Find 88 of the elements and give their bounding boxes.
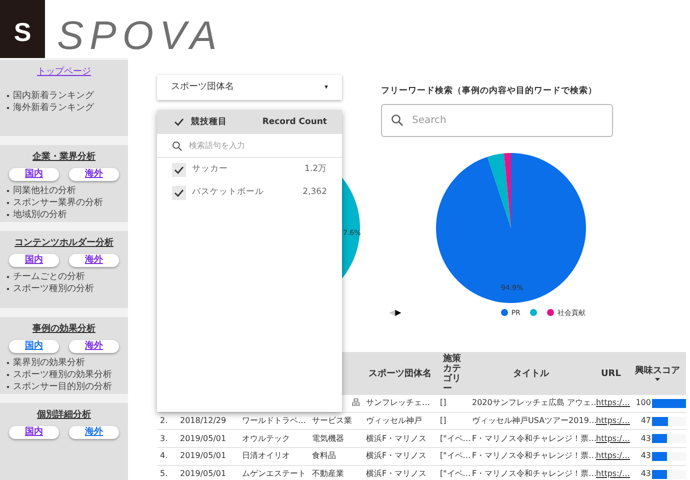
table-cell: F・マリノス令和チャレンジ！票… bbox=[472, 450, 597, 462]
region-button[interactable]: 海外 bbox=[69, 168, 119, 181]
table-cell: 品 bbox=[352, 397, 360, 410]
column-header[interactable]: URL bbox=[601, 368, 621, 378]
option-label: バスケットボール bbox=[192, 186, 264, 199]
sidebar-link[interactable]: 同業他社の分析 bbox=[13, 184, 76, 197]
column-header[interactable]: 興味スコア bbox=[635, 366, 680, 376]
table-cell: 2019/05/01 bbox=[180, 468, 226, 480]
option-count: 2,362 bbox=[302, 186, 327, 199]
sidebar-link[interactable]: 地域別の分析 bbox=[13, 208, 67, 221]
table-cell: 横浜F・マリノス bbox=[366, 450, 427, 462]
table-cell: ワールドトラベ… bbox=[242, 415, 306, 428]
region-button[interactable]: 国内 bbox=[9, 254, 59, 267]
search-field[interactable]: Search bbox=[381, 104, 613, 137]
table-cell: 43 bbox=[640, 450, 651, 462]
table-cell: オウルテック bbox=[242, 432, 290, 445]
table-cell: 47 bbox=[640, 415, 651, 428]
option-count: 1.2万 bbox=[304, 163, 327, 176]
url-link[interactable]: https:/… bbox=[596, 450, 630, 462]
region-button[interactable]: 国内 bbox=[9, 168, 59, 181]
sidebar-link[interactable]: 業界別の効果分析 bbox=[13, 356, 85, 369]
region-button[interactable]: 海外 bbox=[69, 254, 119, 267]
menu-header-label: 競技種目 bbox=[191, 116, 227, 128]
table-cell: 2. bbox=[160, 415, 168, 428]
option-label: サッカー bbox=[192, 163, 228, 176]
table-cell: [] bbox=[440, 415, 446, 428]
top-page-link[interactable]: トップページ bbox=[37, 66, 91, 80]
logo-text: SPOVA bbox=[57, 16, 223, 58]
table-cell: 100 bbox=[636, 397, 651, 410]
table-cell: [] bbox=[440, 397, 446, 410]
region-button[interactable]: 海外 bbox=[69, 426, 119, 439]
table-cell: 電気機器 bbox=[312, 432, 344, 445]
next-page-button[interactable]: ▶ bbox=[395, 306, 402, 319]
sidebar-link[interactable]: 海外新着ランキング bbox=[13, 102, 94, 114]
column-header[interactable]: タイトル bbox=[513, 368, 549, 378]
checkbox[interactable] bbox=[172, 162, 186, 176]
table-cell: F・マリノス令和チャレンジ！票… bbox=[472, 468, 597, 480]
section-title: 個別詳細分析 bbox=[37, 409, 91, 422]
url-link[interactable]: https:/… bbox=[596, 415, 630, 428]
table-cell: 食料品 bbox=[312, 450, 336, 462]
record-count-label: Record Count bbox=[262, 116, 327, 128]
column-header[interactable]: スポーツ団体名 bbox=[368, 368, 432, 378]
section-title: コンテンツホルダー分析 bbox=[14, 237, 114, 250]
logo-mark: S bbox=[0, 0, 45, 58]
url-link[interactable]: https:/… bbox=[596, 432, 630, 445]
sidebar-link[interactable]: 国内新着ランキング bbox=[13, 90, 94, 102]
table-cell: 2019/05/01 bbox=[180, 432, 226, 445]
menu-search-field[interactable]: 検索語句を入力 bbox=[157, 134, 342, 157]
filter-label: スポーツ団体名 bbox=[171, 80, 234, 94]
region-button[interactable]: 国内 bbox=[9, 340, 59, 353]
sidebar-link[interactable]: チームごとの分析 bbox=[13, 270, 85, 283]
menu-option[interactable]: バスケットボール 2,362 bbox=[157, 181, 342, 204]
table-cell: ムゲンエステート bbox=[242, 468, 306, 480]
table-cell: 日清オイリオ bbox=[242, 450, 290, 462]
table-cell: 43 bbox=[640, 432, 651, 445]
table-cell: 3. bbox=[160, 432, 168, 445]
section-title: 企業・業界分析 bbox=[32, 151, 96, 164]
search-icon bbox=[391, 114, 403, 126]
section-title: 事例の効果分析 bbox=[32, 323, 96, 336]
table-cell: ["イベ… bbox=[440, 450, 471, 462]
table-cell: ["イベ… bbox=[440, 468, 471, 480]
table-cell: 4. bbox=[160, 450, 168, 462]
table-cell: 横浜F・マリノス bbox=[366, 468, 427, 480]
region-button[interactable]: 国内 bbox=[9, 426, 59, 439]
menu-option[interactable]: サッカー 1.2万 bbox=[157, 158, 342, 181]
url-link[interactable]: https:/… bbox=[596, 397, 630, 410]
sidebar-link[interactable]: スポーツ種別の分析 bbox=[13, 282, 94, 295]
region-button[interactable]: 海外 bbox=[69, 340, 119, 353]
table-cell: F・マリノス令和チャレンジ！票… bbox=[472, 432, 597, 445]
table-cell: サンフレッチェ… bbox=[366, 397, 430, 410]
table-cell: 5. bbox=[160, 468, 168, 480]
table-cell: ["イベ… bbox=[440, 432, 471, 445]
table-cell: サービス業 bbox=[312, 415, 352, 428]
table-cell: 2018/12/29 bbox=[180, 415, 226, 428]
sidebar-link[interactable]: スポンサー目的別の分析 bbox=[13, 380, 112, 393]
sidebar-link[interactable]: スポンサー業界の分析 bbox=[13, 196, 103, 209]
table-cell: 横浜F・マリノス bbox=[366, 432, 427, 445]
url-link[interactable]: https:/… bbox=[596, 468, 630, 480]
table-cell: ヴィッセル神戸 bbox=[366, 415, 422, 428]
table-cell: 2019/05/01 bbox=[180, 450, 226, 462]
sidebar-link[interactable]: スポーツ種別の効果分析 bbox=[13, 368, 112, 381]
checkbox[interactable] bbox=[172, 186, 186, 200]
column-header[interactable]: 施策カテゴリー bbox=[443, 354, 463, 394]
table-cell: 不動産業 bbox=[312, 468, 344, 480]
table-cell: ヴィッセル神戸USAツアー2019… bbox=[472, 415, 597, 428]
search-icon bbox=[172, 141, 182, 151]
search-title: フリーワード検索（事例の内容や目的ワードで検索） bbox=[381, 85, 598, 98]
table-cell: 43 bbox=[640, 468, 651, 480]
